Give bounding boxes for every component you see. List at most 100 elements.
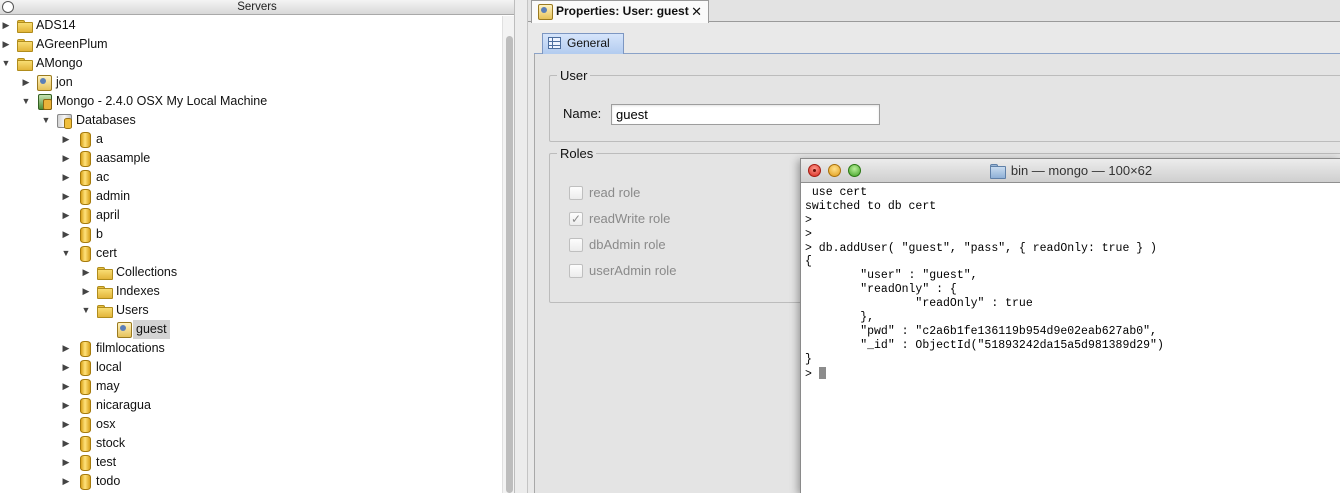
tree-item-label: Mongo - 2.4.0 OSX My Local Machine — [56, 94, 268, 108]
tree-item-label: local — [96, 360, 122, 374]
expand-arrow-icon[interactable]: ▶ — [60, 187, 72, 206]
tree-item-users[interactable]: ▼ Users — [0, 301, 500, 320]
folder-icon — [96, 303, 113, 318]
tree-scrollbar-thumb[interactable] — [506, 36, 513, 493]
terminal-cursor — [818, 366, 826, 379]
tree-item-agreenplum[interactable]: ▶ AGreenPlum — [0, 35, 500, 54]
expand-arrow-icon[interactable]: ▶ — [80, 282, 92, 301]
expand-arrow-icon[interactable]: ▶ — [80, 263, 92, 282]
folder-icon — [96, 284, 113, 299]
servers-panel: Servers ▶ ADS14 ▶ AGreenPlum ▼ AMongo ▶ jon ▼ Mon… — [0, 0, 515, 493]
collapse-arrow-icon[interactable]: ▼ — [20, 92, 32, 111]
expand-arrow-icon[interactable]: ▶ — [60, 206, 72, 225]
expand-arrow-icon[interactable]: ▶ — [60, 339, 72, 358]
terminal-line: "readOnly" : { — [805, 283, 957, 297]
tree-item-amongo[interactable]: ▼ AMongo — [0, 54, 500, 73]
tree-item-label: aasample — [96, 151, 151, 165]
terminal-output[interactable]: use cert switched to db cert > > > db.addUse… — [805, 186, 1339, 486]
role-label: read role — [589, 185, 641, 200]
tree-item-db-cert[interactable]: ▼ cert — [0, 244, 500, 263]
terminal-line: } — [805, 352, 812, 366]
expand-arrow-icon[interactable]: ▶ — [0, 16, 12, 35]
terminal-prompt-line: > — [805, 366, 1339, 381]
tree-item-databases[interactable]: ▼ Databases — [0, 111, 500, 130]
terminal-titlebar[interactable]: bin — mongo — 100×62 — [801, 159, 1340, 183]
tree-item-ads14[interactable]: ▶ ADS14 — [0, 16, 500, 35]
tree-item-db-a[interactable]: ▶ a — [0, 130, 500, 149]
tab-general[interactable]: General — [542, 33, 624, 54]
terminal-line: use cert — [805, 186, 868, 199]
close-tab-icon[interactable]: ✕ — [691, 1, 702, 22]
tree-item-db-ac[interactable]: ▶ ac — [0, 168, 500, 187]
expand-arrow-icon[interactable]: ▶ — [60, 377, 72, 396]
servers-panel-header: Servers — [0, 0, 514, 15]
role-checkbox[interactable] — [569, 238, 583, 252]
expand-arrow-icon[interactable]: ▶ — [60, 396, 72, 415]
expand-arrow-icon[interactable]: ▶ — [60, 168, 72, 187]
collapse-arrow-icon[interactable]: ▼ — [40, 111, 52, 130]
tree-item-mongo-server[interactable]: ▼ Mongo - 2.4.0 OSX My Local Machine — [0, 92, 500, 111]
name-input[interactable] — [611, 104, 880, 125]
tree-item-db-test[interactable]: ▶ test — [0, 453, 500, 472]
terminal-line: "readOnly" : true — [805, 297, 1033, 311]
tree-scrollbar[interactable] — [502, 16, 514, 493]
tree-item-db-admin[interactable]: ▶ admin — [0, 187, 500, 206]
database-icon — [76, 379, 92, 395]
tree-item-db-b[interactable]: ▶ b — [0, 225, 500, 244]
expand-arrow-icon[interactable]: ▶ — [60, 434, 72, 453]
collapse-arrow-icon[interactable]: ▼ — [60, 244, 72, 263]
tree-item-db-aasample[interactable]: ▶ aasample — [0, 149, 500, 168]
close-window-icon[interactable] — [808, 164, 821, 177]
tree-item-label: stock — [96, 436, 126, 450]
role-checkbox[interactable] — [569, 186, 583, 200]
role-checkbox[interactable] — [569, 264, 583, 278]
database-icon — [76, 151, 92, 167]
tree-item-db-may[interactable]: ▶ may — [0, 377, 500, 396]
terminal-line: > — [805, 227, 812, 241]
role-label: dbAdmin role — [589, 237, 666, 252]
expand-arrow-icon[interactable]: ▶ — [60, 472, 72, 491]
user-icon — [116, 322, 132, 338]
role-checkbox[interactable]: ✓ — [569, 212, 583, 226]
tree-item-collections[interactable]: ▶ Collections — [0, 263, 500, 282]
terminal-line: { — [805, 255, 812, 269]
expand-arrow-icon[interactable]: ▶ — [60, 149, 72, 168]
terminal-line: > — [805, 213, 812, 227]
user-icon — [36, 75, 52, 91]
tree-item-db-april[interactable]: ▶ april — [0, 206, 500, 225]
expand-arrow-icon[interactable]: ▶ — [60, 225, 72, 244]
user-group: User Name: — [549, 68, 1340, 142]
server-icon — [36, 94, 52, 110]
minimize-window-icon[interactable] — [828, 164, 841, 177]
tree-item-db-stock[interactable]: ▶ stock — [0, 434, 500, 453]
expand-arrow-icon[interactable]: ▶ — [60, 415, 72, 434]
terminal-line: }, — [805, 311, 875, 325]
tree-item-db-local[interactable]: ▶ local — [0, 358, 500, 377]
tree-item-db-todo[interactable]: ▶ todo — [0, 472, 500, 491]
expand-arrow-icon[interactable]: ▶ — [20, 73, 32, 92]
tree-item-db-nicaragua[interactable]: ▶ nicaragua — [0, 396, 500, 415]
tree-item-label: Databases — [76, 113, 136, 127]
tree-item-label: filmlocations — [96, 341, 165, 355]
expand-arrow-icon[interactable]: ▶ — [60, 453, 72, 472]
folder-icon — [989, 164, 1006, 179]
database-icon — [76, 455, 92, 471]
tree-item-jon[interactable]: ▶ jon — [0, 73, 500, 92]
tree-item-db-osx[interactable]: ▶ osx — [0, 415, 500, 434]
tree-item-indexes[interactable]: ▶ Indexes — [0, 282, 500, 301]
properties-tab[interactable]: Properties: User: guest ✕ — [531, 0, 709, 23]
database-icon — [76, 398, 92, 414]
expand-arrow-icon[interactable]: ▶ — [60, 130, 72, 149]
collapse-arrow-icon[interactable]: ▼ — [80, 301, 92, 320]
tree-item-db-filmlocations[interactable]: ▶ filmlocations — [0, 339, 500, 358]
tree-item-user-guest[interactable]: guest — [0, 320, 500, 339]
panel-menu-icon[interactable] — [2, 1, 14, 13]
zoom-window-icon[interactable] — [848, 164, 861, 177]
expand-arrow-icon[interactable]: ▶ — [60, 358, 72, 377]
grid-icon — [548, 37, 561, 49]
tree-item-label: AGreenPlum — [36, 37, 108, 51]
collapse-arrow-icon[interactable]: ▼ — [0, 54, 12, 73]
tree-item-label: b — [96, 227, 103, 241]
database-icon — [76, 227, 92, 243]
expand-arrow-icon[interactable]: ▶ — [0, 35, 12, 54]
